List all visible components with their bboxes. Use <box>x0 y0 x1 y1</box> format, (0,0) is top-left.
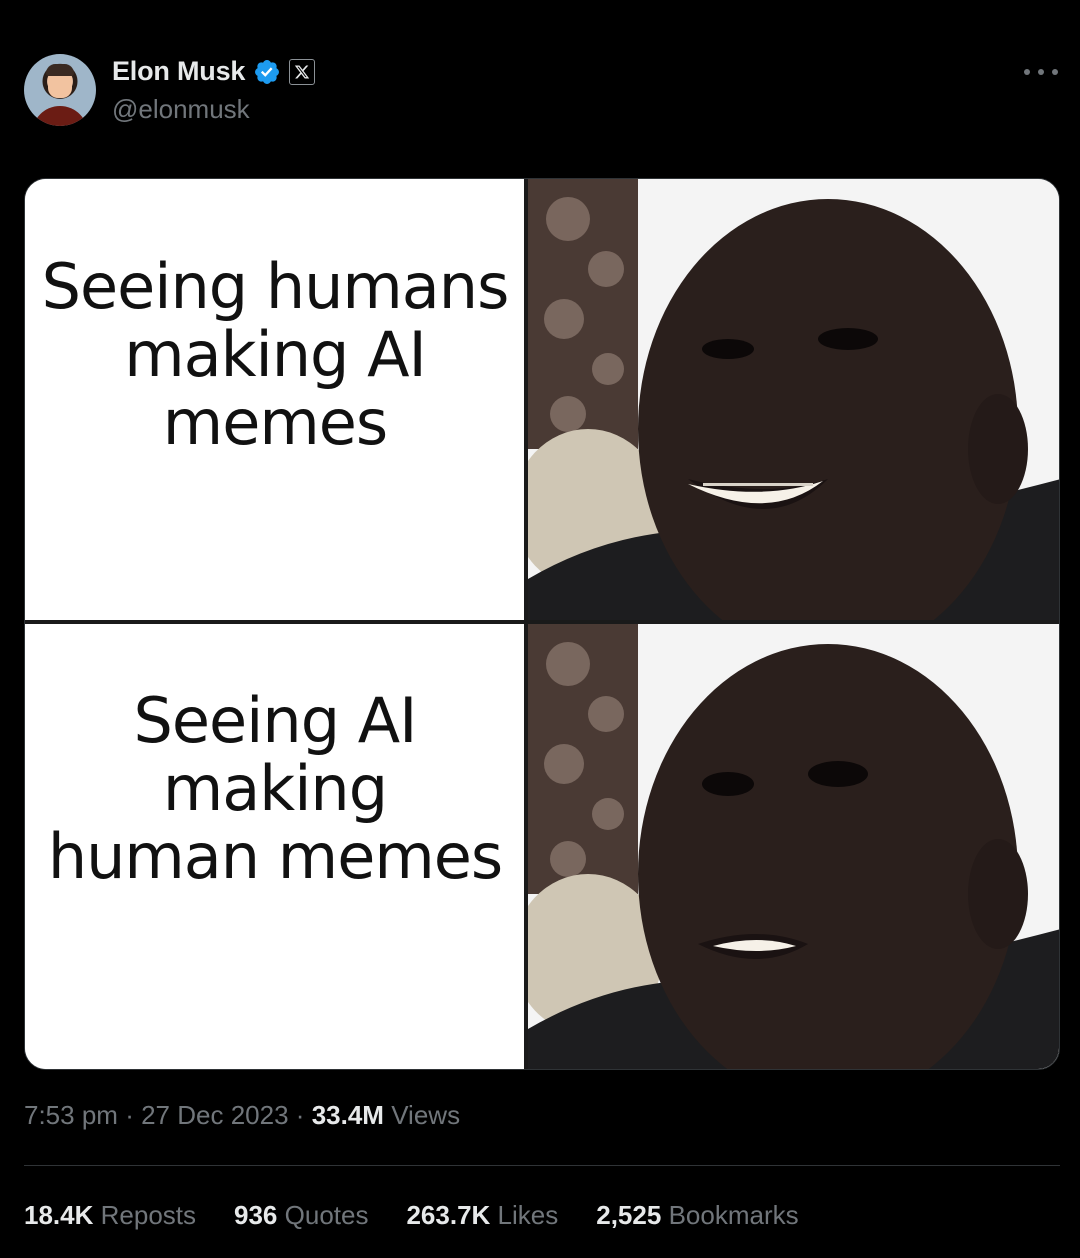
verified-badge-icon[interactable] <box>253 58 281 86</box>
stat-label: Bookmarks <box>668 1200 799 1230</box>
tweet-meta: 7:53 pm · 27 Dec 2023 · 33.4M Views <box>24 1100 460 1131</box>
stat-label: Quotes <box>284 1200 369 1230</box>
stats-divider <box>24 1165 1060 1166</box>
x-logo-icon[interactable] <box>289 58 316 85</box>
stat-likes[interactable]: 263.7K Likes <box>406 1200 558 1231</box>
views-label: Views <box>391 1100 461 1130</box>
caption-line: human memes <box>47 820 503 893</box>
meme-caption-top: Seeing humans making AI memes <box>25 179 525 621</box>
caption-line: making AI <box>124 318 427 391</box>
stat-bookmarks[interactable]: 2,525 Bookmarks <box>596 1200 798 1231</box>
tweet-media[interactable]: Seeing humans making AI memes Seeing AI … <box>24 178 1060 1070</box>
caption-line: Seeing humans <box>41 250 510 323</box>
stat-count: 2,525 <box>596 1200 662 1230</box>
stat-label: Likes <box>497 1200 559 1230</box>
tweet-time[interactable]: 7:53 pm <box>24 1100 118 1130</box>
meme-photo-worried <box>528 624 1059 1069</box>
meme-photo-smiling <box>528 179 1059 620</box>
stat-reposts[interactable]: 18.4K Reposts <box>24 1200 196 1231</box>
meta-separator: · <box>295 1100 305 1130</box>
more-options-icon[interactable] <box>1024 62 1058 82</box>
stat-count: 936 <box>234 1200 278 1230</box>
views-count: 33.4M <box>311 1100 384 1130</box>
caption-line: making <box>162 752 388 825</box>
tweet-header: Elon Musk @elonmusk <box>24 52 1060 128</box>
meme-caption-bottom: Seeing AI making human memes <box>25 625 525 1069</box>
engagement-stats: 18.4K Reposts 936 Quotes 263.7K Likes 2,… <box>24 1200 799 1231</box>
author-name-row: Elon Musk <box>112 56 316 87</box>
stat-label: Reposts <box>100 1200 197 1230</box>
tweet-date[interactable]: 27 Dec 2023 <box>141 1100 288 1130</box>
stat-quotes[interactable]: 936 Quotes <box>234 1200 368 1231</box>
meme-divider-horizontal <box>25 620 1059 624</box>
avatar[interactable] <box>24 54 96 126</box>
stat-count: 263.7K <box>406 1200 491 1230</box>
stat-count: 18.4K <box>24 1200 94 1230</box>
author-handle[interactable]: @elonmusk <box>112 94 250 125</box>
meta-separator: · <box>125 1100 134 1130</box>
caption-line: Seeing AI <box>133 684 418 757</box>
caption-line: memes <box>162 386 388 459</box>
meme-divider-vertical <box>524 179 528 1069</box>
author-name[interactable]: Elon Musk <box>112 56 245 87</box>
